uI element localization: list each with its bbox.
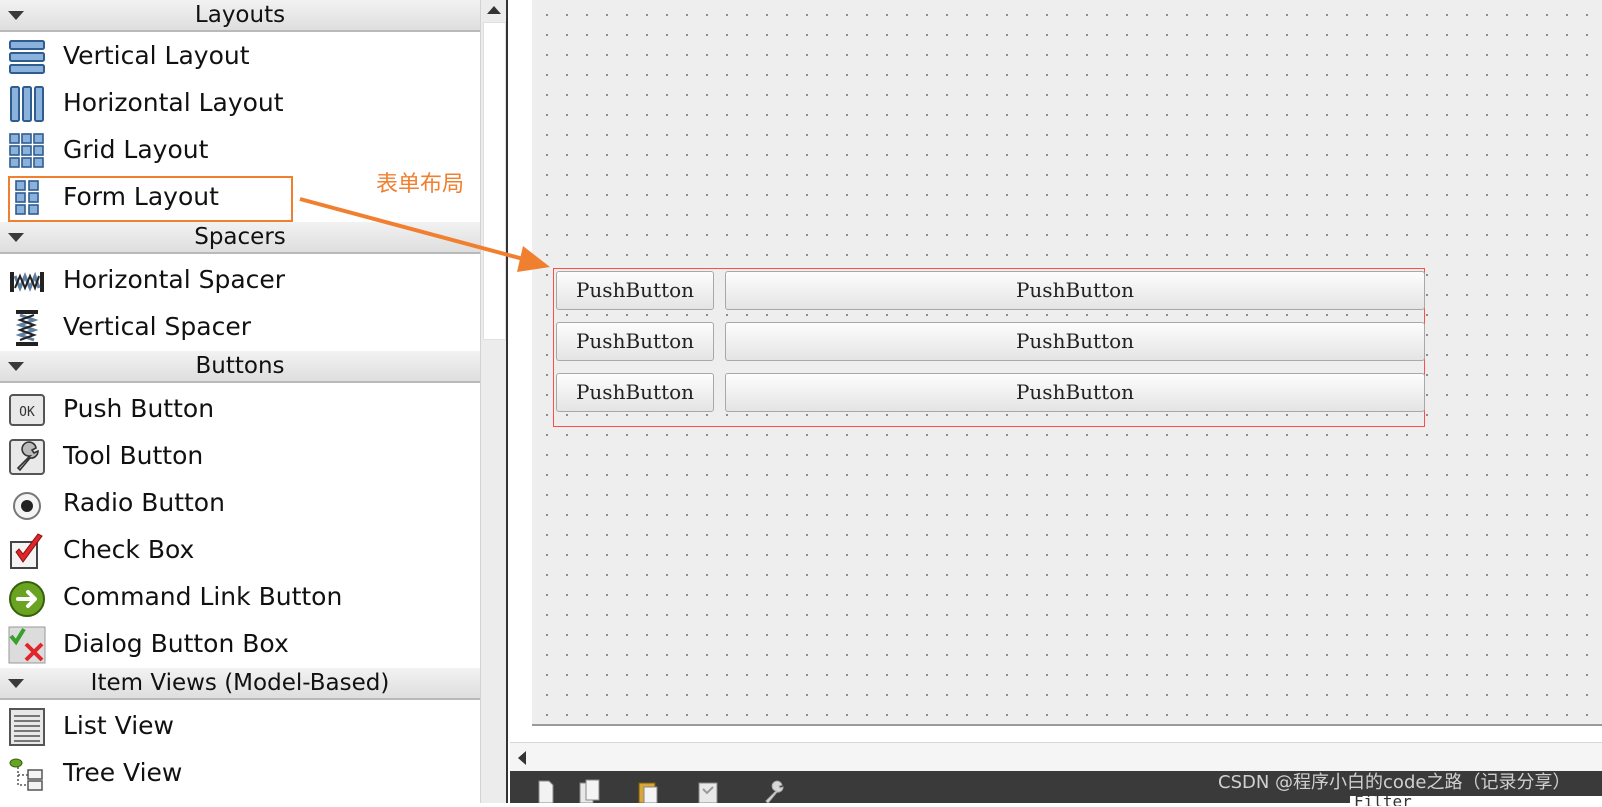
new-file-icon[interactable]: [534, 779, 558, 804]
push-button-icon: OK: [8, 391, 46, 429]
command-link-icon: [8, 579, 46, 617]
filter-input-text: Filter: [1354, 796, 1412, 806]
widget-box-scrollbar[interactable]: [480, 0, 508, 803]
horizontal-spacer-icon: [8, 262, 46, 300]
filter-input[interactable]: Filter: [1350, 796, 1602, 806]
widget-item-push-button[interactable]: OK Push Button: [0, 385, 480, 432]
delete-icon[interactable]: [696, 779, 720, 804]
dialog-button-box-icon: [8, 626, 46, 664]
widget-item-label: Command Link Button: [63, 582, 343, 611]
paste-icon[interactable]: [636, 779, 660, 804]
widget-item-label: Horizontal Spacer: [63, 265, 286, 294]
vertical-layout-icon: [8, 38, 46, 76]
push-button[interactable]: PushButton: [725, 322, 1425, 361]
push-button[interactable]: PushButton: [556, 373, 714, 412]
widget-item-vertical-spacer[interactable]: Vertical Spacer: [0, 303, 480, 350]
collapse-arrow-icon[interactable]: [8, 679, 24, 688]
radio-button-icon: [8, 485, 46, 523]
push-button[interactable]: PushButton: [556, 322, 714, 361]
list-view-icon: [8, 708, 46, 746]
scroll-up-arrow-icon: [487, 6, 501, 14]
widget-box: Layouts Vertical Layout Horizontal Layou…: [0, 0, 480, 803]
widget-item-tree-view[interactable]: Tree View: [0, 749, 480, 796]
widget-item-tool-button[interactable]: Tool Button: [0, 432, 480, 479]
widget-item-horizontal-layout[interactable]: Horizontal Layout: [0, 79, 480, 126]
category-title: Spacers: [194, 224, 286, 250]
widget-item-command-link-button[interactable]: Command Link Button: [0, 573, 480, 620]
category-header-item-views[interactable]: Item Views (Model-Based): [0, 668, 480, 700]
widget-item-horizontal-spacer[interactable]: Horizontal Spacer: [0, 256, 480, 303]
widget-item-list-view[interactable]: List View: [0, 702, 480, 749]
category-header-layouts[interactable]: Layouts: [0, 0, 480, 32]
category-title: Layouts: [194, 2, 286, 28]
collapse-arrow-icon[interactable]: [8, 362, 24, 371]
widget-item-label: Vertical Spacer: [63, 312, 251, 341]
collapse-arrow-icon[interactable]: [8, 11, 24, 20]
form-layout-icon: [8, 179, 46, 217]
category-header-spacers[interactable]: Spacers: [0, 222, 480, 254]
widget-item-label: Tool Button: [63, 441, 204, 470]
push-button[interactable]: PushButton: [725, 271, 1425, 310]
vertical-spacer-icon: [8, 309, 46, 347]
widget-item-radio-button[interactable]: Radio Button: [0, 479, 480, 526]
widget-item-label: Horizontal Layout: [63, 88, 284, 117]
tree-view-icon: [8, 755, 46, 793]
push-button[interactable]: PushButton: [725, 373, 1425, 412]
widget-item-label: Grid Layout: [63, 135, 209, 164]
widget-item-label: Tree View: [63, 758, 183, 787]
horizontal-layout-icon: [8, 85, 46, 123]
tool-button-icon: [8, 438, 46, 476]
widget-item-label: Push Button: [63, 394, 215, 423]
widget-item-check-box[interactable]: Check Box: [0, 526, 480, 573]
category-header-buttons[interactable]: Buttons: [0, 351, 480, 383]
form-layout-container[interactable]: PushButton PushButton PushButton PushBut…: [553, 268, 1425, 427]
watermark: CSDN @程序小白的code之路（记录分享）: [1218, 772, 1571, 793]
annotation-label: 表单布局: [376, 172, 465, 197]
category-title: Buttons: [195, 353, 285, 379]
canvas-horizontal-scrollbar[interactable]: [510, 742, 1602, 771]
widget-item-label: List View: [63, 711, 174, 740]
scroll-up-button[interactable]: [481, 0, 507, 24]
widget-item-dialog-button-box[interactable]: Dialog Button Box: [0, 620, 480, 667]
category-title: Item Views (Model-Based): [90, 670, 390, 696]
grid-layout-icon: [8, 132, 46, 170]
widget-item-vertical-layout[interactable]: Vertical Layout: [0, 32, 480, 79]
widget-item-label: Dialog Button Box: [63, 629, 289, 658]
collapse-arrow-icon[interactable]: [8, 233, 24, 242]
scroll-left-button[interactable]: [510, 743, 538, 771]
check-box-icon: [8, 532, 46, 570]
wrench-icon[interactable]: [762, 779, 786, 804]
push-icon-text: OK: [19, 405, 35, 420]
widget-item-label: Radio Button: [63, 488, 225, 517]
scrollbar-thumb[interactable]: [483, 22, 506, 340]
widget-item-label: Check Box: [63, 535, 195, 564]
widget-item-label: Vertical Layout: [63, 41, 250, 70]
widget-item-label: Form Layout: [63, 182, 219, 211]
scroll-left-arrow-icon: [518, 751, 526, 765]
push-button[interactable]: PushButton: [556, 271, 714, 310]
copy-icon[interactable]: [578, 779, 602, 804]
